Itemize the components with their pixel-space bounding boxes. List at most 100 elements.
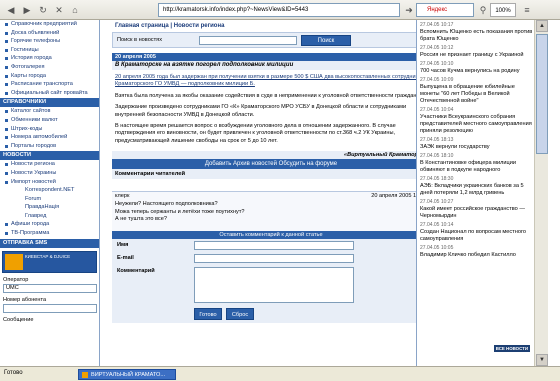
news-date: 27.04.05 10:05 bbox=[420, 245, 454, 251]
news-item[interactable]: 27.04.05 10:04 Участники Всеукраинского с… bbox=[417, 107, 534, 135]
news-date: 27.04.05 10:14 bbox=[420, 222, 454, 228]
left-sidebar: Справочник предприятий Доска объявлений … bbox=[0, 20, 100, 366]
nav-item[interactable]: Каталог сайтов bbox=[0, 107, 99, 116]
back-icon[interactable]: ◀ bbox=[4, 3, 18, 17]
nav-item[interactable]: Номера автомобилей bbox=[0, 133, 99, 142]
home-icon[interactable]: ⌂ bbox=[68, 3, 82, 17]
nav-item[interactable]: Доска объявлений bbox=[0, 29, 99, 38]
zoom-level[interactable]: 100% bbox=[490, 3, 516, 17]
news-item[interactable]: 27.04.05 18:10 В Константиновке офицера м… bbox=[417, 153, 534, 174]
news-title[interactable]: Какой имеет российское гражданство — Чер… bbox=[420, 206, 534, 220]
nav-item[interactable]: Гостиницы bbox=[0, 46, 99, 55]
news-date: 27.04.05 10:10 bbox=[420, 61, 454, 67]
news-title[interactable]: Владимир Кличко победил Кастилло bbox=[420, 252, 534, 259]
nav-item[interactable]: Фотогалерея bbox=[0, 63, 99, 72]
status-bar: Готово ВИРТУАЛЬНЫЙ КРАМАТО... bbox=[0, 366, 560, 381]
forward-icon[interactable]: ▶ bbox=[20, 3, 34, 17]
comment-form-name-row: Имя bbox=[112, 239, 430, 253]
number-label: Номер абонента bbox=[3, 296, 47, 303]
status-text: Готово bbox=[4, 370, 23, 376]
nav-item[interactable]: Справочник предприятий bbox=[0, 20, 99, 29]
news-item[interactable]: 27.04.05 18:30 АЭБ: Вкладчики украинских … bbox=[417, 176, 534, 197]
comment: клерк 20 апреля 2005 18:06 Неужели? Наст… bbox=[112, 191, 430, 232]
sms-banner-label: КИЕВСТАР & DJUICE bbox=[25, 253, 71, 259]
message-label: Сообщение bbox=[3, 316, 34, 323]
nav-subitem[interactable]: Главред bbox=[0, 212, 99, 221]
news-date: 27.04.05 10:12 bbox=[420, 45, 454, 51]
nav-item[interactable]: Импорт новостей bbox=[0, 178, 99, 187]
go-icon[interactable]: ➜ bbox=[402, 3, 416, 17]
news-item[interactable]: 27.04.05 10:10 700 часов Кучма вернулись … bbox=[417, 61, 534, 75]
news-title[interactable]: Вспомнить Ющенко есть показания против б… bbox=[420, 29, 534, 43]
news-title[interactable]: Выпущена в обращение юбилейные монеты "6… bbox=[420, 84, 534, 105]
comments-title: Комментарии читателей bbox=[112, 169, 430, 180]
operator-select[interactable]: UMC bbox=[3, 283, 97, 293]
search-input[interactable]: Яндекс bbox=[416, 3, 474, 17]
name-label: Имя bbox=[117, 242, 129, 249]
comment-text: Неужели? Настоящего подполковника? Можа … bbox=[115, 201, 245, 223]
scroll-down-icon[interactable]: ▼ bbox=[536, 354, 548, 366]
article-links[interactable]: Добавить Архив новостей Обсудить на фору… bbox=[112, 159, 430, 170]
section-header-sms: ОТПРАВКА SMS bbox=[0, 238, 99, 248]
reset-button[interactable]: Сброс bbox=[226, 308, 254, 321]
name-field[interactable] bbox=[194, 241, 354, 251]
nav-item[interactable]: Новости Украины bbox=[0, 169, 99, 178]
news-item[interactable]: 27.04.05 10:12 Россия не признает границу… bbox=[417, 45, 534, 59]
news-date: 27.04.05 18:13 bbox=[420, 137, 454, 143]
news-item[interactable]: 27.04.05 10:05 Владимир Кличко победил Ка… bbox=[417, 245, 534, 259]
scroll-thumb[interactable] bbox=[536, 34, 548, 154]
news-search-label: Поиск в новостях bbox=[117, 37, 162, 43]
email-field[interactable] bbox=[194, 254, 354, 264]
news-item[interactable]: 27.04.05 10:14 Создан Национал по вопроса… bbox=[417, 222, 534, 243]
news-item[interactable]: 27.04.05 10:27 Какой имеет российское гра… bbox=[417, 199, 534, 220]
operator-logo-icon bbox=[5, 253, 23, 270]
sms-banner[interactable]: КИЕВСТАР & DJUICE bbox=[2, 250, 97, 273]
news-item[interactable]: 27.04.05 10:17 Вспомнить Ющенко есть пока… bbox=[417, 22, 534, 43]
stop-icon[interactable]: ✕ bbox=[52, 3, 66, 17]
scroll-up-icon[interactable]: ▲ bbox=[536, 20, 548, 32]
comment-form-email-row: E-mail bbox=[112, 252, 430, 266]
nav-item[interactable]: Расписание транспорта bbox=[0, 80, 99, 89]
news-item[interactable]: 27.04.05 10:09 Выпущена в обращение юбиле… bbox=[417, 77, 534, 105]
news-title[interactable]: В Константиновке офицера милиции обвиняю… bbox=[420, 160, 534, 174]
reload-icon[interactable]: ↻ bbox=[36, 3, 50, 17]
nav-item[interactable]: Штрих-коды bbox=[0, 125, 99, 134]
all-news-badge[interactable]: ВСЕ НОВОСТИ bbox=[493, 345, 530, 352]
taskbar-window-button[interactable]: ВИРТУАЛЬНЫЙ КРАМАТО... bbox=[78, 369, 176, 380]
breadcrumb[interactable]: Главная страница | Новости региона bbox=[112, 20, 430, 32]
article-date: 20 апреля 2005 bbox=[112, 53, 430, 61]
nav-item[interactable]: Порталы городов bbox=[0, 142, 99, 151]
nav-item[interactable]: Афиши города bbox=[0, 220, 99, 229]
nav-item[interactable]: Карты города bbox=[0, 72, 99, 81]
nav-item[interactable]: Горячие телефоны bbox=[0, 37, 99, 46]
news-title[interactable]: Участники Всеукраинского собрания предст… bbox=[420, 114, 534, 135]
nav-subitem[interactable]: Korrespondent.NET bbox=[0, 186, 99, 195]
comment-textarea[interactable] bbox=[194, 267, 354, 304]
nav-subitem[interactable]: Forum bbox=[0, 195, 99, 204]
news-title[interactable]: 700 часов Кучма вернулись на родину bbox=[420, 68, 534, 75]
menu-icon[interactable]: ≡ bbox=[520, 3, 534, 17]
nav-item[interactable]: Официальный сайт провайта bbox=[0, 89, 99, 98]
news-date: 27.04.05 18:30 bbox=[420, 176, 454, 182]
news-item[interactable]: 27.04.05 18:13 ЗАЭК вернули государству bbox=[417, 137, 534, 151]
vertical-scrollbar[interactable]: ▲ ▼ bbox=[534, 20, 548, 366]
news-title[interactable]: Россия не признает границу с Украиной bbox=[420, 52, 534, 59]
search-icon[interactable]: ⚲ bbox=[476, 3, 490, 17]
article-headline: В Краматорске на взятке погорел подполко… bbox=[112, 61, 430, 70]
submit-button[interactable]: Готово bbox=[194, 308, 222, 321]
news-title[interactable]: Создан Национал по вопросам местного сам… bbox=[420, 229, 534, 243]
nav-item[interactable]: Новости региона bbox=[0, 160, 99, 169]
news-date: 27.04.05 10:04 bbox=[420, 107, 454, 113]
news-search-button[interactable]: Поиск bbox=[301, 35, 351, 46]
nav-item[interactable]: ТВ-Программа bbox=[0, 229, 99, 238]
news-title[interactable]: АЭБ: Вкладчики украинских банков за 5 дн… bbox=[420, 183, 534, 197]
nav-item[interactable]: История города bbox=[0, 54, 99, 63]
nav-item[interactable]: Обменники валют bbox=[0, 116, 99, 125]
address-bar[interactable]: http://kramatorsk.info/index.php?~NewsVi… bbox=[158, 3, 400, 17]
news-title[interactable]: ЗАЭК вернули государству bbox=[420, 144, 534, 151]
news-date: 27.04.05 10:27 bbox=[420, 199, 454, 205]
article-paragraph[interactable]: 20 апреля 2005 года был задержан при пол… bbox=[112, 74, 430, 89]
news-search-input[interactable] bbox=[199, 36, 297, 45]
nav-subitem[interactable]: ПравдаНація bbox=[0, 203, 99, 212]
number-field[interactable] bbox=[3, 303, 97, 313]
